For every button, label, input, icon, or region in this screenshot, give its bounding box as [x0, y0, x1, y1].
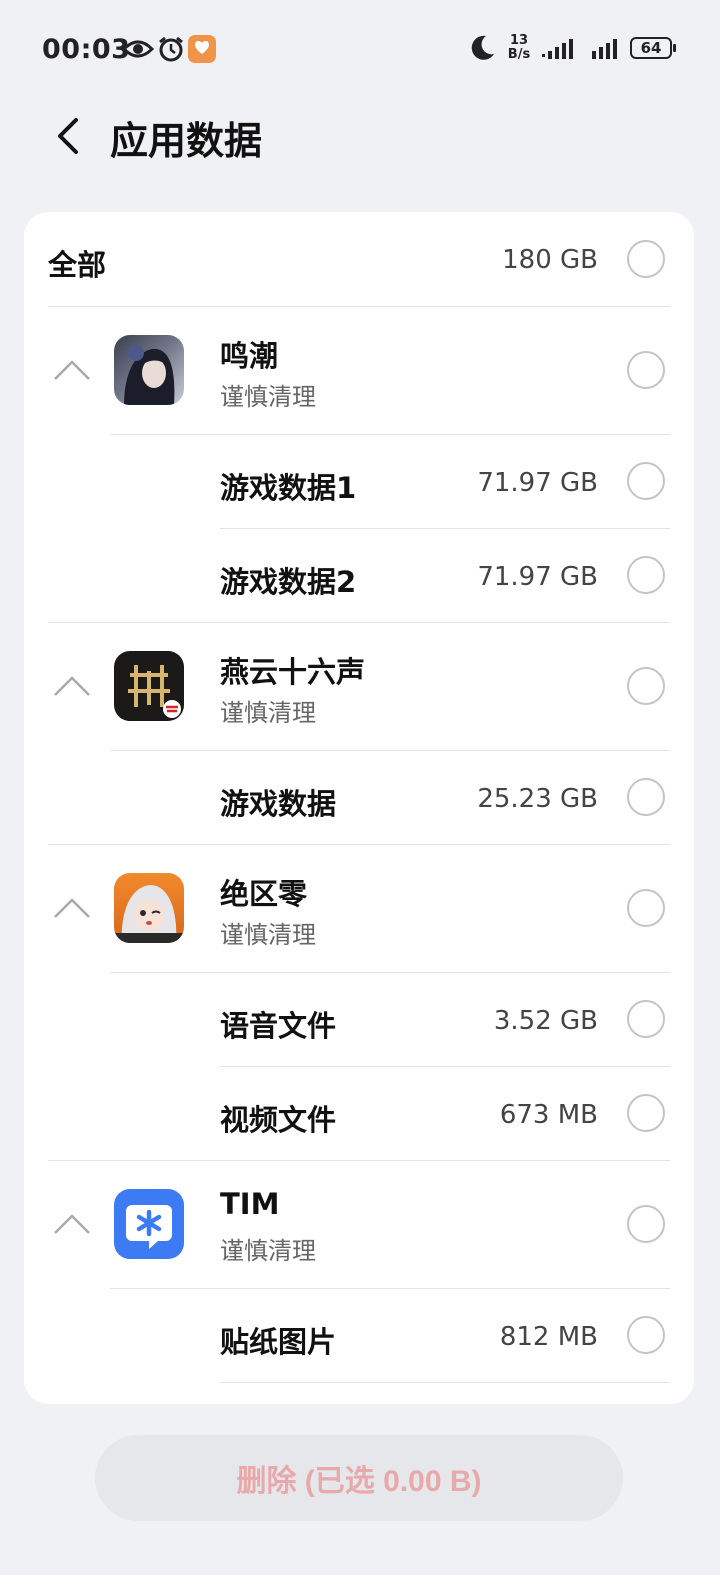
chevron-up-icon[interactable] [52, 673, 92, 699]
status-time: 00:03 [42, 34, 131, 65]
data-item-radio[interactable] [627, 1316, 665, 1354]
network-speed-unit: B/s [507, 47, 531, 62]
divider [220, 1382, 670, 1383]
app-select-radio[interactable] [627, 351, 665, 389]
app-caution-label: 谨慎清理 [220, 1237, 316, 1265]
eye-icon [122, 40, 154, 58]
data-item-radio[interactable] [627, 556, 665, 594]
app-data-card: 全部 180 GB 鸣潮 谨慎清理 游戏数据1 71.97 GB 游戏数据2 7… [24, 212, 694, 1404]
app-select-radio[interactable] [627, 889, 665, 927]
chevron-up-icon[interactable] [52, 1211, 92, 1237]
app-notification-icon [188, 35, 216, 63]
data-item-label: 语音文件 [220, 1009, 337, 1043]
data-item-size: 25.23 GB [477, 784, 598, 814]
status-bar: 00:03 13 B/s 64 [0, 0, 720, 96]
select-all-label: 全部 [48, 248, 107, 282]
app-name: 绝区零 [220, 877, 308, 911]
app-caution-label: 谨慎清理 [220, 699, 316, 727]
data-item-row[interactable]: 游戏数据1 71.97 GB [24, 435, 694, 529]
app-group-row[interactable]: TIM 谨慎清理 [24, 1161, 694, 1289]
alarm-icon [159, 36, 183, 62]
back-button[interactable] [48, 114, 92, 158]
data-item-size: 812 MB [499, 1322, 598, 1352]
battery-level: 64 [640, 39, 662, 57]
signal-icon [542, 39, 573, 59]
data-item-size: 3.52 GB [493, 1006, 598, 1036]
delete-button[interactable]: 删除 (已选 0.00 B) [95, 1435, 623, 1521]
app-name: TIM [220, 1187, 280, 1221]
data-item-radio[interactable] [627, 1094, 665, 1132]
select-all-radio[interactable] [627, 240, 665, 278]
select-all-row[interactable]: 全部 180 GB [24, 212, 694, 306]
data-item-label: 游戏数据2 [220, 565, 357, 599]
battery-tip [673, 44, 676, 52]
data-item-row[interactable]: 游戏数据2 71.97 GB [24, 529, 694, 623]
data-item-label: 视频文件 [220, 1103, 337, 1137]
tim-app-icon [114, 1189, 184, 1259]
chevron-up-icon[interactable] [52, 895, 92, 921]
app-name: 燕云十六声 [220, 655, 366, 689]
data-item-label: 游戏数据1 [220, 471, 357, 505]
zenless-zone-zero-app-icon [114, 873, 184, 943]
app-caution-label: 谨慎清理 [220, 383, 316, 411]
total-size: 180 GB [502, 245, 598, 275]
header: 应用数据 [0, 96, 720, 206]
data-item-size: 71.97 GB [477, 468, 598, 498]
app-group-row[interactable]: 绝区零 谨慎清理 [24, 845, 694, 973]
app-group-row[interactable]: 鸣潮 谨慎清理 [24, 307, 694, 435]
signal-icon [592, 39, 617, 59]
data-item-radio[interactable] [627, 462, 665, 500]
data-item-row[interactable]: 语音文件 3.52 GB [24, 973, 694, 1067]
data-item-radio[interactable] [627, 778, 665, 816]
wuthering-waves-app-icon [114, 335, 184, 405]
page-title: 应用数据 [110, 119, 263, 163]
battery-icon: 64 [630, 37, 672, 59]
data-item-size: 673 MB [499, 1100, 598, 1130]
app-name: 鸣潮 [220, 339, 279, 373]
data-item-label: 贴纸图片 [220, 1325, 337, 1359]
network-speed: 13 B/s [506, 34, 532, 62]
app-caution-label: 谨慎清理 [220, 921, 316, 949]
moon-icon [471, 35, 494, 60]
yanyun-app-icon [114, 651, 184, 721]
data-item-row[interactable]: 贴纸图片 812 MB [24, 1289, 694, 1383]
data-item-label: 游戏数据 [220, 787, 337, 821]
chevron-up-icon[interactable] [52, 357, 92, 383]
app-group-row[interactable]: 燕云十六声 谨慎清理 [24, 623, 694, 751]
data-item-radio[interactable] [627, 1000, 665, 1038]
data-item-row[interactable]: 游戏数据 25.23 GB [24, 751, 694, 845]
data-item-size: 71.97 GB [477, 562, 598, 592]
data-item-row[interactable]: 视频文件 673 MB [24, 1067, 694, 1161]
network-speed-value: 13 [509, 33, 529, 48]
app-select-radio[interactable] [627, 1205, 665, 1243]
app-select-radio[interactable] [627, 667, 665, 705]
